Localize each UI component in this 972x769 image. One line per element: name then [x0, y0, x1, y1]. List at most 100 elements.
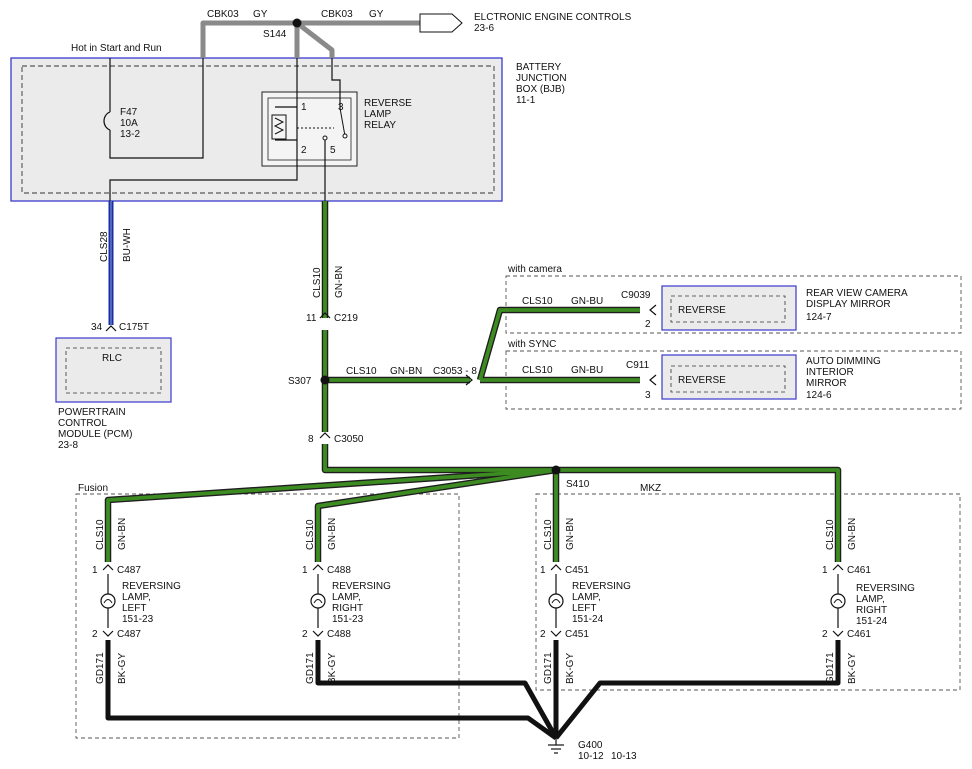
ground-wire-color: BK-GY: [847, 653, 858, 684]
ground-wire-color: BK-GY: [565, 653, 576, 684]
ground-wire-label: GD171: [825, 652, 836, 684]
mkz-label: MKZ: [640, 483, 661, 494]
relay-pin-1: 1: [301, 102, 307, 113]
camera-name-2: DISPLAY MIRROR: [806, 299, 891, 310]
ground-symbol: [548, 744, 564, 754]
splice-s410-dot: [551, 465, 561, 475]
sync-wire-label: CLS10: [522, 365, 553, 376]
ground-wire-color: BK-GY: [327, 653, 338, 684]
top-wire-left-color: GY: [253, 9, 268, 20]
ground-ref-1: 10-12: [578, 751, 604, 762]
diagram-canvas: CBK03 GY CBK03 GY S144 ELCTRONIC ENGINE …: [10, 9, 962, 762]
lamp-name-3: RIGHT: [856, 605, 887, 616]
lamp-pin-bottom: 2: [92, 629, 98, 640]
pcm-wire-label: CLS28: [99, 231, 110, 262]
ground-wires: [105, 640, 841, 741]
lamp-wire-color: GN-BN: [847, 518, 858, 550]
pcm-wire-color: BU-WH: [122, 228, 133, 262]
lamp-wire-color: GN-BN: [117, 518, 128, 550]
camera-connector: C9039: [621, 290, 651, 301]
camera-wire-label: CLS10: [522, 296, 553, 307]
lamp-name-1: REVERSING: [856, 583, 915, 594]
fuse-ref: 13-2: [120, 129, 140, 140]
sync-option-label: with SYNC: [507, 339, 556, 350]
lamp-pin-top: 1: [540, 565, 546, 576]
c219-pin: 11: [306, 313, 317, 324]
top-wire-right-color: GY: [369, 9, 384, 20]
main-wire-label: CLS10: [312, 267, 323, 298]
lamp-connector-top: C451: [565, 565, 589, 576]
splice-s144-dot: [292, 18, 302, 28]
pcm-connector: C175T: [119, 322, 149, 333]
gray-wires: [200, 20, 420, 58]
c3050-label: C3050: [334, 434, 364, 445]
splice-s307-dot: [320, 375, 330, 385]
pcm-pin: 34: [91, 322, 103, 333]
bjb-title-3: BOX (BJB): [516, 84, 565, 95]
lamp-name-3: LEFT: [122, 603, 146, 614]
camera-wire-color: GN-BU: [571, 296, 603, 307]
s410-label: S410: [566, 479, 590, 490]
bjb-title-1: BATTERY: [516, 62, 562, 73]
sync-box-label: REVERSE: [678, 375, 726, 386]
lamp-name-2: LAMP,: [856, 594, 885, 605]
lamp-pin-top: 1: [92, 565, 98, 576]
lamp-name-1: REVERSING: [572, 581, 631, 592]
ground-wire-color: BK-GY: [117, 653, 128, 684]
lamp-wire-label: CLS10: [825, 519, 836, 550]
relay-pin-2: 2: [301, 145, 307, 156]
branch-wire-color: GN-BN: [390, 366, 422, 377]
top-wire-right-label: CBK03: [321, 9, 353, 20]
sync-wire-color: GN-BU: [571, 365, 603, 376]
camera-option-label: with camera: [507, 264, 562, 275]
c3053-label: C3053 - 8: [433, 366, 477, 377]
sync-ref: 124-6: [806, 390, 832, 401]
ground-ref-2: 10-13: [611, 751, 637, 762]
lamp-ref: 151-23: [122, 614, 154, 625]
hot-label: Hot in Start and Run: [71, 43, 162, 54]
camera-box-label: REVERSE: [678, 305, 726, 316]
top-wire-left-label: CBK03: [207, 9, 239, 20]
pcm-name-2: CONTROL: [58, 418, 107, 429]
s307-label: S307: [288, 376, 312, 387]
ground-wire-label: GD171: [95, 652, 106, 684]
ground-wire-label: GD171: [543, 652, 554, 684]
lamp-wire-color: GN-BN: [565, 518, 576, 550]
sync-name-1: AUTO DIMMING: [806, 356, 881, 367]
lamp-connector-top: C487: [117, 565, 141, 576]
bjb-ref: 11-1: [516, 95, 536, 106]
main-wire-color: GN-BN: [334, 266, 345, 298]
ground-id: G400: [578, 740, 603, 751]
lamp-name-3: LEFT: [572, 603, 596, 614]
relay-label-1: REVERSE: [364, 98, 412, 109]
sync-name-2: INTERIOR: [806, 367, 854, 378]
engine-controls-arrow: [419, 13, 463, 33]
camera-name-1: REAR VIEW CAMERA: [806, 288, 908, 299]
lamp-name-3: RIGHT: [332, 603, 363, 614]
lamp-name-1: REVERSING: [332, 581, 391, 592]
lamp-ref: 151-23: [332, 614, 364, 625]
pcm-box-label: RLC: [102, 353, 122, 364]
fuse-rating: 10A: [120, 118, 138, 129]
lamp-connector-top: C461: [847, 565, 871, 576]
camera-ref: 124-7: [806, 312, 832, 323]
c3050-pin: 8: [308, 434, 314, 445]
engine-controls-label: ELCTRONIC ENGINE CONTROLS: [474, 12, 632, 23]
sync-pin: 3: [645, 390, 651, 401]
lamp-pin-bottom: 2: [302, 629, 308, 640]
fusion-label: Fusion: [78, 483, 108, 494]
lamp-name-2: LAMP,: [122, 592, 151, 603]
lamp-connector-bottom: C487: [117, 629, 141, 640]
sync-name-3: MIRROR: [806, 378, 847, 389]
branch-wire-label: CLS10: [346, 366, 377, 377]
fuse-id: F47: [120, 107, 138, 118]
lamp-pin-top: 1: [822, 565, 828, 576]
lamp-wire-label: CLS10: [543, 519, 554, 550]
lamp-stub-wires: [107, 574, 839, 628]
relay-label-2: LAMP: [364, 109, 392, 120]
pcm-name-1: POWERTRAIN: [58, 407, 126, 418]
splice-s144-label: S144: [263, 29, 287, 40]
lamp-wire-color: GN-BN: [327, 518, 338, 550]
lamp-pin-top: 1: [302, 565, 308, 576]
lamp-pin-bottom: 2: [822, 629, 828, 640]
